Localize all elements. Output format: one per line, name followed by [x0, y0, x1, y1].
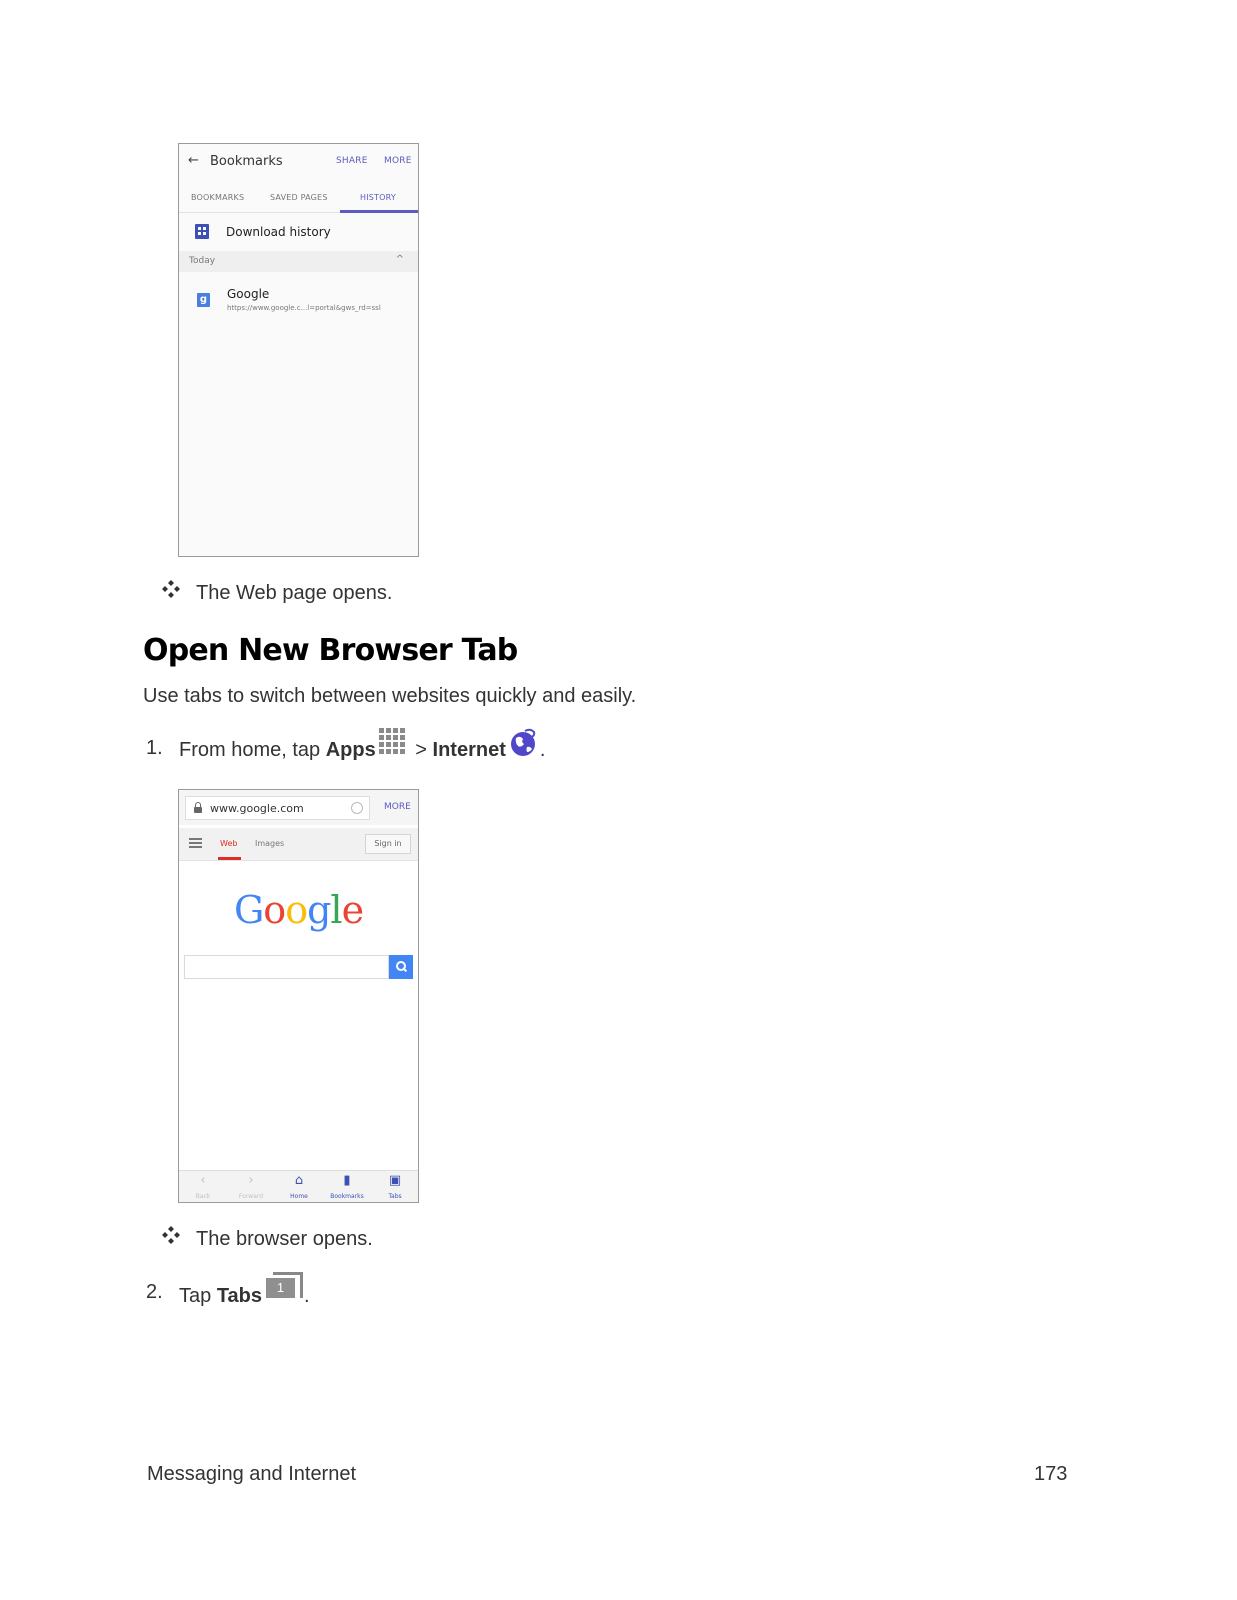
- google-logo-letter: l: [330, 888, 342, 932]
- download-history-icon: [195, 224, 209, 239]
- home-icon: ⌂: [294, 1173, 304, 1188]
- step-1-separator: >: [409, 739, 433, 761]
- google-tab-web: Web: [220, 839, 238, 848]
- back-icon: ‹: [200, 1173, 206, 1188]
- hamburger-menu-icon: [189, 838, 202, 840]
- step-2-text-before: Tap: [179, 1285, 217, 1307]
- step-1-number: 1.: [146, 737, 163, 759]
- bookmarks-history-screenshot: ← Bookmarks SHARE MORE BOOKMARKS SAVED P…: [178, 143, 419, 557]
- browser-bottom-bar: ‹ Back › Forward ⌂ Home ▮ Bookmarks ▣ Ta…: [179, 1170, 418, 1202]
- apps-grid-icon: [378, 728, 408, 758]
- tabs-nav-item: ▣ Tabs: [371, 1171, 418, 1202]
- forward-icon: ›: [248, 1173, 254, 1188]
- step-1-text-before: From home, tap: [179, 739, 326, 761]
- bookmarks-app-bar: ← Bookmarks SHARE MORE: [179, 144, 418, 178]
- google-tab-images: Images: [255, 839, 285, 848]
- tabs-icon-number: 1: [266, 1278, 296, 1298]
- more-button: MORE: [384, 156, 412, 166]
- google-search-input: [184, 955, 389, 979]
- browser-google-screenshot: www.google.com MORE Web Images Sign in G…: [178, 789, 419, 1203]
- history-entry-title: Google: [227, 287, 270, 301]
- google-logo: Google: [179, 888, 418, 932]
- step-2-number: 2.: [146, 1281, 163, 1303]
- google-logo-letter: e: [341, 888, 364, 932]
- bookmarks-label: Bookmarks: [330, 1193, 364, 1200]
- web-tab-indicator: [218, 857, 241, 860]
- google-favicon-icon: g: [197, 293, 210, 307]
- tabs-icon: ▣: [388, 1173, 402, 1188]
- google-logo-letter: G: [233, 888, 264, 932]
- sign-in-button: Sign in: [365, 834, 411, 854]
- search-icon: [389, 955, 413, 979]
- tab-bookmarks: BOOKMARKS: [191, 193, 245, 202]
- forward-nav-item: › Forward: [227, 1171, 275, 1202]
- back-nav-item: ‹ Back: [179, 1171, 227, 1202]
- internet-label: Internet: [432, 739, 506, 761]
- google-logo-letter: o: [263, 888, 286, 932]
- bookmarks-nav-item: ▮ Bookmarks: [323, 1171, 371, 1202]
- footer-page-number: 173: [1034, 1463, 1068, 1485]
- tab-history: HISTORY: [360, 193, 396, 202]
- bookmarks-tab-bar: BOOKMARKS SAVED PAGES HISTORY: [179, 180, 418, 213]
- diamond-bullet-icon: [162, 1226, 180, 1244]
- bookmark-icon: ▮: [343, 1173, 351, 1188]
- apps-label: Apps: [325, 739, 376, 761]
- bookmarks-title: Bookmarks: [210, 154, 283, 169]
- history-entry-url: https://www.google.c...l=portal&gws_rd=s…: [227, 304, 381, 312]
- step-2-text-after: .: [304, 1285, 310, 1307]
- tabs-label: Tabs: [388, 1193, 402, 1200]
- lock-icon: [194, 802, 202, 813]
- step-2-text: Tap Tabs 1.: [179, 1272, 310, 1316]
- reload-icon: [351, 802, 363, 814]
- collapse-caret-icon: ^: [395, 254, 404, 265]
- tabs-label-bold: Tabs: [216, 1285, 263, 1307]
- intro-paragraph: Use tabs to switch between websites quic…: [143, 685, 637, 707]
- share-button: SHARE: [336, 156, 368, 166]
- url-text: www.google.com: [210, 802, 304, 815]
- forward-label: Forward: [238, 1193, 264, 1200]
- back-arrow-icon: ←: [188, 153, 199, 168]
- home-nav-item: ⌂ Home: [275, 1171, 323, 1202]
- download-history-label: Download history: [226, 225, 331, 239]
- step-1-text: From home, tap Apps > Internet .: [179, 728, 545, 770]
- back-label: Back: [195, 1193, 211, 1200]
- address-field: www.google.com: [185, 796, 370, 820]
- today-label: Today: [189, 256, 216, 266]
- browser-more-button: MORE: [384, 802, 411, 812]
- internet-globe-icon: [510, 728, 536, 756]
- browser-url-bar: www.google.com MORE: [179, 790, 418, 825]
- diamond-bullet-icon: [162, 580, 180, 598]
- google-logo-letter: g: [307, 888, 331, 932]
- bullet-web-page-opens: The Web page opens.: [196, 582, 393, 604]
- bullet-browser-opens: The browser opens.: [196, 1228, 373, 1250]
- footer-section-name: Messaging and Internet: [147, 1463, 357, 1485]
- today-section-header: Today ^: [179, 251, 418, 272]
- step-1-text-after: .: [539, 739, 546, 761]
- google-logo-letter: o: [285, 888, 308, 932]
- home-label: Home: [290, 1193, 308, 1200]
- active-tab-indicator: [340, 210, 418, 213]
- tabs-counter-icon: 1: [266, 1272, 304, 1304]
- tab-saved-pages: SAVED PAGES: [270, 193, 328, 202]
- section-heading: Open New Browser Tab: [143, 633, 518, 668]
